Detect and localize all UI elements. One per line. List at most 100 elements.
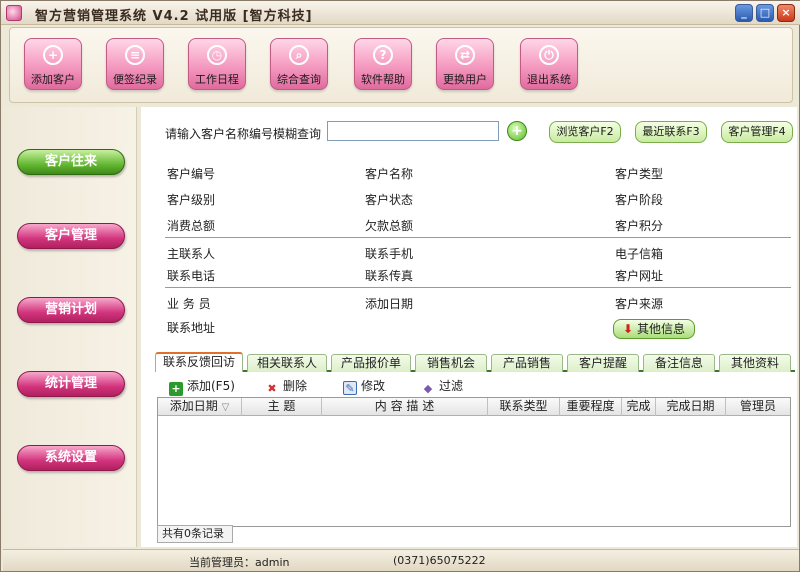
field-email: 电子信箱 — [615, 247, 664, 261]
notes-label: 便签纪录 — [113, 73, 157, 86]
other-info-button[interactable]: ⬇ 其他信息 — [613, 319, 695, 339]
filter-icon: ◆ — [423, 382, 433, 395]
search-query-label: 综合查询 — [277, 73, 321, 86]
tab-sales-opportunities[interactable]: 销售机会 — [415, 354, 487, 372]
search-icon: ⌕ — [289, 45, 309, 65]
field-customer-source: 客户来源 — [615, 297, 664, 311]
note-icon: ≡ — [125, 45, 145, 65]
exit-icon: ⏻ — [539, 45, 559, 65]
status-bar: 当前管理员：admin (0371)65075222 — [3, 549, 799, 571]
arrow-down-icon: ⬇ — [623, 322, 634, 336]
tab-related-contacts[interactable]: 相关联系人 — [247, 354, 327, 372]
column-header-importance[interactable]: 重要程度 — [560, 398, 622, 416]
add-customer-label: 添加客户 — [31, 73, 75, 86]
current-admin: 当前管理员：admin — [189, 556, 290, 569]
switch-user-label: 更换用户 — [443, 73, 487, 86]
search-go-button[interactable]: + — [507, 121, 527, 141]
column-header-subject[interactable]: 主 题 — [242, 398, 322, 416]
divider — [165, 237, 791, 238]
main-toolbar: + 添加客户 ≡ 便签纪录 ◷ 工作日程 ⌕ 综合查询 ? 软件帮助 ⇄ 更换用… — [9, 27, 793, 103]
sidebar-item-statistics[interactable]: 统计管理 — [17, 371, 125, 397]
table-footer: 共有0条记录 — [157, 525, 791, 543]
contact-phone: (0371)65075222 — [393, 554, 486, 567]
browse-customers-button[interactable]: 浏览客户F2 — [549, 121, 621, 143]
tab-notes[interactable]: 备注信息 — [643, 354, 715, 372]
help-button[interactable]: ? 软件帮助 — [354, 38, 412, 90]
column-header-done[interactable]: 完成 — [622, 398, 656, 416]
calendar-icon: ◷ — [207, 45, 227, 65]
record-count: 共有0条记录 — [157, 525, 233, 543]
edit-icon: ✎ — [343, 381, 357, 395]
customer-management-button[interactable]: 客户管理F4 — [721, 121, 793, 143]
sidebar-item-customer-contacts[interactable]: 客户往来 — [17, 149, 125, 175]
exit-button[interactable]: ⏻ 退出系统 — [520, 38, 578, 90]
field-total-debt: 欠款总额 — [365, 219, 414, 233]
edit-record-button[interactable]: ✎ 修改 — [343, 377, 385, 395]
recent-contacts-button[interactable]: 最近联系F3 — [635, 121, 707, 143]
notes-button[interactable]: ≡ 便签纪录 — [106, 38, 164, 90]
field-mobile: 联系手机 — [365, 247, 414, 261]
schedule-label: 工作日程 — [195, 73, 239, 86]
help-icon: ? — [373, 45, 393, 65]
field-customer-level: 客户级别 — [167, 193, 216, 207]
column-header-done-date[interactable]: 完成日期 — [656, 398, 726, 416]
tab-product-sales[interactable]: 产品销售 — [491, 354, 563, 372]
help-label: 软件帮助 — [361, 73, 405, 86]
column-header-admin[interactable]: 管理员 — [726, 398, 790, 416]
field-customer-stage: 客户阶段 — [615, 193, 664, 207]
action-bar: + 添加(F5) ✖ 删除 ✎ 修改 ◆ 过滤 — [155, 374, 791, 396]
sort-icon: ▽ — [221, 402, 230, 413]
sidebar-item-marketing-plan[interactable]: 营销计划 — [17, 297, 125, 323]
search-query-button[interactable]: ⌕ 综合查询 — [270, 38, 328, 90]
column-header-description[interactable]: 内 容 描 述 — [322, 398, 488, 416]
other-info-label: 其他信息 — [636, 322, 685, 336]
minimize-button[interactable]: _ — [735, 4, 753, 22]
add-customer-button[interactable]: + 添加客户 — [24, 38, 82, 90]
delete-record-label: 删除 — [283, 379, 308, 393]
edit-record-label: 修改 — [361, 379, 386, 393]
add-icon: + — [169, 382, 183, 396]
tab-quotations[interactable]: 产品报价单 — [331, 354, 411, 372]
tab-feedback[interactable]: 联系反馈回访 — [155, 352, 243, 372]
switch-user-icon: ⇄ — [455, 45, 475, 65]
divider — [165, 287, 791, 288]
column-header-add-date[interactable]: 添加日期 ▽ — [158, 398, 242, 416]
search-input[interactable] — [327, 121, 499, 141]
records-table: 添加日期 ▽ 主 题 内 容 描 述 联系类型 重要程度 完成 完成日期 管理员 — [157, 397, 791, 527]
schedule-button[interactable]: ◷ 工作日程 — [188, 38, 246, 90]
column-header-contact-type[interactable]: 联系类型 — [488, 398, 560, 416]
add-record-button[interactable]: + 添加(F5) — [169, 377, 235, 396]
main-panel: 请输入客户名称编号模糊查询 + 浏览客户F2 最近联系F3 客户管理F4 客户编… — [141, 107, 797, 547]
table-header: 添加日期 ▽ 主 题 内 容 描 述 联系类型 重要程度 完成 完成日期 管理员 — [158, 398, 790, 416]
search-row: 请输入客户名称编号模糊查询 + 浏览客户F2 最近联系F3 客户管理F4 — [141, 117, 797, 147]
field-address: 联系地址 — [167, 321, 216, 335]
tab-other-docs[interactable]: 其他资料 — [719, 354, 791, 372]
delete-icon: ✖ — [267, 382, 277, 395]
sidebar-item-settings[interactable]: 系统设置 — [17, 445, 125, 471]
close-button[interactable]: × — [777, 4, 795, 22]
sidebar-item-customer-management[interactable]: 客户管理 — [17, 223, 125, 249]
column-label: 添加日期 — [169, 399, 218, 413]
switch-user-button[interactable]: ⇄ 更换用户 — [436, 38, 494, 90]
maximize-button[interactable]: □ — [756, 4, 774, 22]
title-bar: 智方营销管理系统 V4.2 试用版 [智方科技] _ □ × — [1, 1, 800, 25]
window-title: 智方营销管理系统 V4.2 试用版 [智方科技] — [35, 9, 313, 24]
field-add-date: 添加日期 — [365, 297, 414, 311]
field-website: 客户网址 — [615, 269, 664, 283]
field-customer-id: 客户编号 — [167, 167, 216, 181]
filter-label: 过滤 — [439, 379, 464, 393]
exit-label: 退出系统 — [527, 73, 571, 86]
tab-reminders[interactable]: 客户提醒 — [567, 354, 639, 372]
app-icon — [6, 5, 22, 21]
filter-button[interactable]: ◆ 过滤 — [421, 377, 463, 396]
field-total-spend: 消费总额 — [167, 219, 216, 233]
field-customer-points: 客户积分 — [615, 219, 664, 233]
field-customer-type: 客户类型 — [615, 167, 664, 181]
field-main-contact: 主联系人 — [167, 247, 216, 261]
search-label: 请输入客户名称编号模糊查询 — [165, 127, 322, 141]
delete-record-button[interactable]: ✖ 删除 — [265, 377, 307, 396]
main-window: 智方营销管理系统 V4.2 试用版 [智方科技] _ □ × + 添加客户 ≡ … — [0, 0, 800, 572]
add-record-label: 添加(F5) — [187, 379, 235, 393]
tab-bar: 联系反馈回访 相关联系人 产品报价单 销售机会 产品销售 客户提醒 备注信息 其… — [155, 352, 795, 372]
user-add-icon: + — [43, 45, 63, 65]
